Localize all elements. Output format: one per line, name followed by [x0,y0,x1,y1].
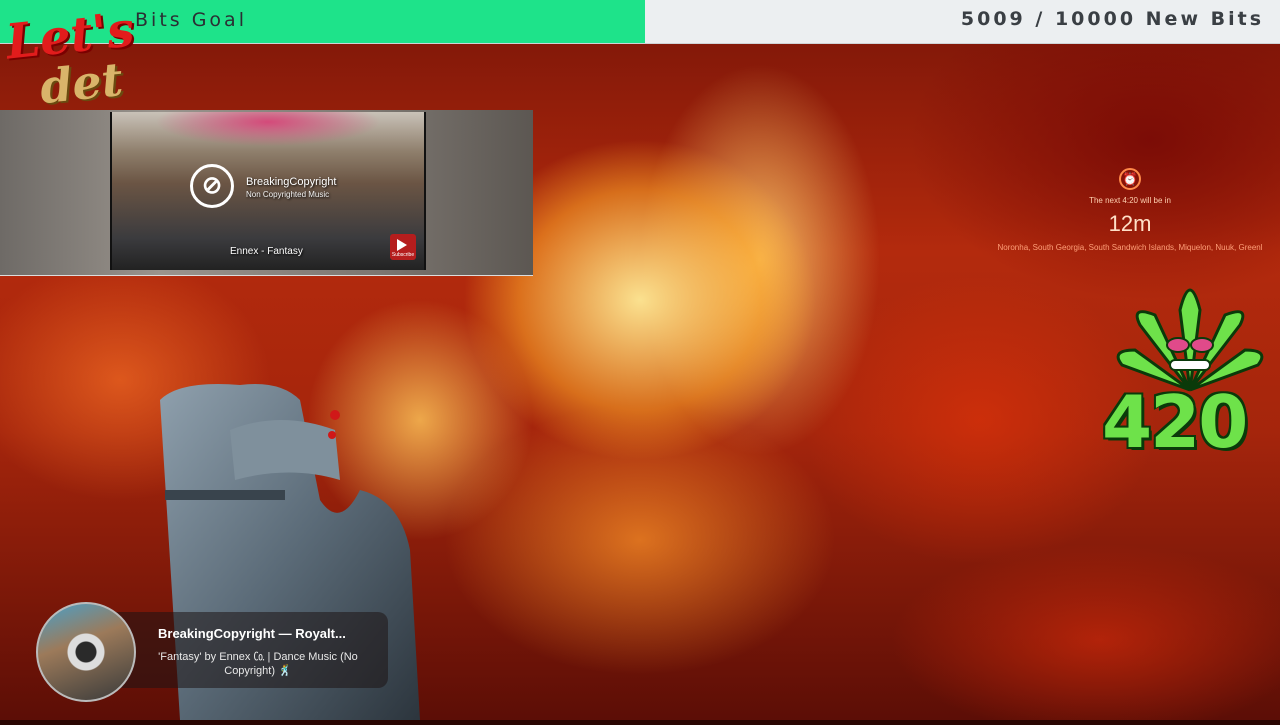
copyright-free-icon: ⊘ [190,164,234,208]
album-art-disc [36,602,136,702]
now-playing-title: BreakingCopyright — Royalt... [158,626,346,641]
four-twenty-timer: ⏰ The next 4:20 will be in 12m Noronha, … [980,168,1280,252]
subscribe-label: Subscribe [391,252,415,258]
music-video-frame: ⊘ BreakingCopyright Non Copyrighted Musi… [110,112,426,270]
youtube-play-icon [397,239,407,251]
logo-line-2: det [37,51,126,115]
music-video-panel: ⊘ BreakingCopyright Non Copyrighted Musi… [0,110,533,276]
now-playing-widget: BreakingCopyright — Royalt... 'Fantasy' … [28,602,388,702]
subscribe-button[interactable]: Subscribe [390,234,416,260]
weed-420-badge: 420 [1100,270,1280,470]
video-track-title: Ennex - Fantasy [230,246,303,257]
channel-logo: Let's det [3,1,164,115]
now-playing-subtitle: 'Fantasy' by Ennex ㏇ | Dance Music (No C… [158,651,358,677]
video-channel-subtitle: Non Copyrighted Music [246,190,330,199]
alarm-clock-icon: ⏰ [1119,168,1141,190]
timer-value: 12m [1108,211,1152,236]
video-channel-name: BreakingCopyright [246,176,337,188]
bits-goal-bar: Bits Goal 5009 / 10000 New Bits [0,0,1280,44]
timer-regions: Noronha, South Georgia, South Sandwich I… [997,243,1263,252]
timer-label: The next 4:20 will be in [1089,196,1171,205]
badge-420-text: 420 [1102,380,1248,464]
bits-goal-progress: 5009 / 10000 New Bits [960,8,1264,30]
